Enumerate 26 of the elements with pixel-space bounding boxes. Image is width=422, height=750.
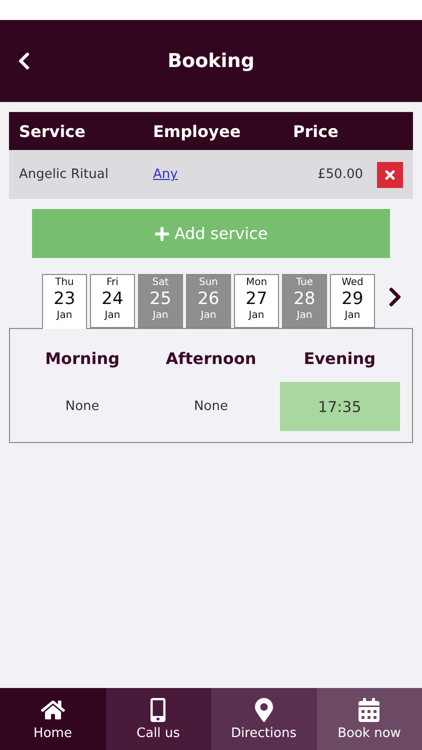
nav-tab[interactable]: Directions [211,688,316,750]
home-icon [40,698,65,722]
day-tab[interactable]: Mon 27 Jan [234,274,279,328]
nav-tab[interactable]: Call us [106,688,211,750]
close-icon [383,168,397,182]
service-name: Angelic Ritual [19,167,110,182]
column-header: Service [19,122,87,140]
no-slots-text: None [194,398,228,416]
period-heading: Afternoon [166,349,256,370]
day-tab[interactable]: Thu 23 Jan [42,274,87,329]
day-tab[interactable]: Wed 29 Jan [330,274,375,328]
calendar-icon [357,698,382,722]
page-title: Booking [168,50,254,72]
plus-icon [154,226,170,242]
nav-tab[interactable]: Home [0,688,106,750]
column-header: Price [292,122,340,140]
period-heading: Morning [45,349,120,370]
employee-link[interactable]: Any [153,167,283,182]
no-slots-text: None [65,398,100,416]
nav-tab[interactable]: Book now [316,688,422,750]
period-heading: Evening [304,349,376,370]
column-header: Employee [153,122,242,140]
time-slot[interactable]: 17:35 [280,382,400,431]
price-text: £50.00 [316,167,363,182]
delete-button[interactable] [377,162,403,188]
day-tab[interactable]: Fri 24 Jan [90,274,135,328]
